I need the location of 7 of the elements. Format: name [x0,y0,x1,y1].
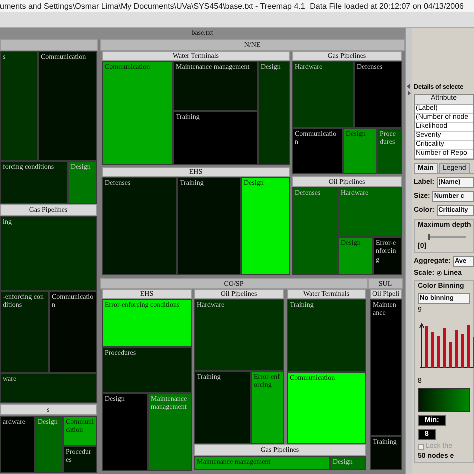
status-text: Data File loaded at 20:12:07 on 04/13/2006 [310,2,464,10]
collapse-left-icon[interactable] [407,84,411,89]
window-title: uments and Settings\Osmar Lima\My Documents\UVa\SYS454\base.txt - Treemap 4.1 [0,2,306,10]
group-header[interactable] [0,39,98,51]
color-gradient [418,388,470,412]
radio-button[interactable] [436,271,442,276]
expand-right-icon[interactable] [407,91,411,96]
